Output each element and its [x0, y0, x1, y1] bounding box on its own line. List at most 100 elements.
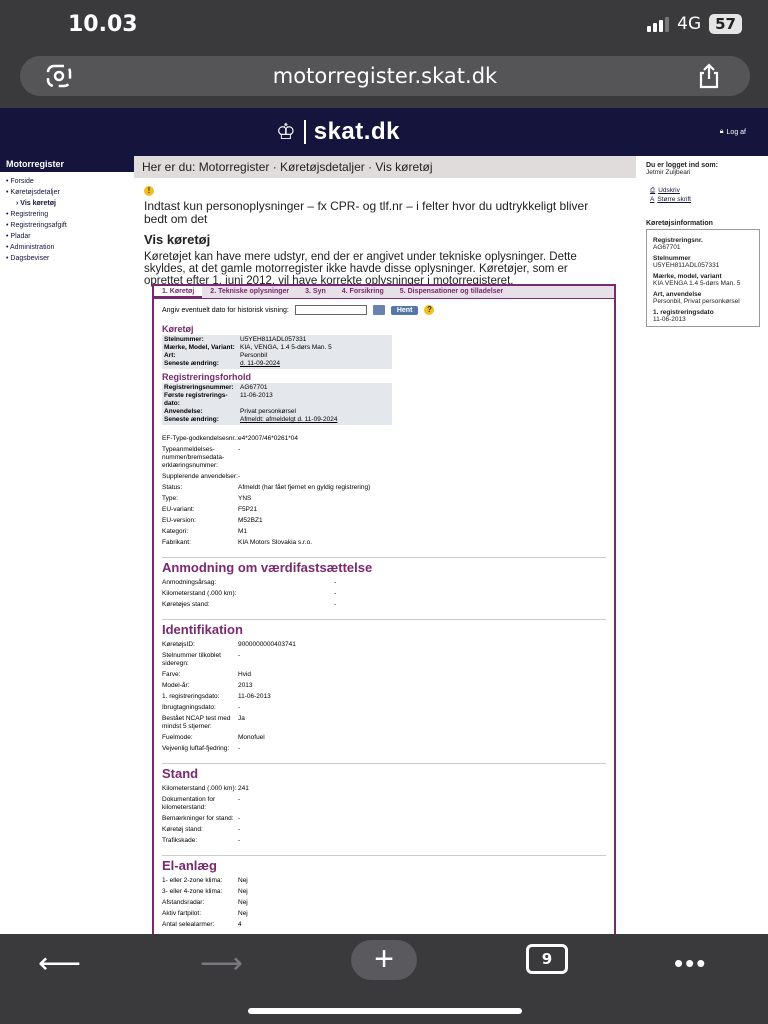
nav-item-vis-koretoj[interactable]: › Vis køretøj: [0, 198, 134, 209]
tab-tekniske-oplysninger[interactable]: 2. Tekniske oplysninger: [202, 286, 297, 298]
info-key: 1. registreringsdato: [653, 309, 714, 316]
row-key: Vejvenlig luftaf-fjedring:: [162, 745, 230, 752]
bigger-text-label: Større skrift: [657, 196, 691, 203]
row-value[interactable]: Afmeldt: afmeldelgt d. 11-09-2024: [240, 416, 390, 424]
new-tab-button[interactable]: +: [351, 940, 417, 980]
battery-icon: 57: [709, 14, 742, 34]
koretoj-block: Stelnummer: U5YEH811ADL057331 Mærke, Mode…: [162, 335, 392, 369]
row-key: EU-variant:: [162, 506, 195, 513]
row-key: Model-år:: [162, 682, 190, 689]
row-value: -: [334, 601, 337, 608]
tabs-button[interactable]: 9: [526, 944, 568, 974]
row-value: AG67701: [240, 384, 268, 391]
table-row: Stelnummer: U5YEH811ADL057331: [164, 336, 390, 344]
row-value: -: [238, 704, 241, 711]
table-row: 1- eller 2-zone klima: Nej: [162, 877, 606, 885]
row-key: Kilometerstand (.000 km):: [162, 590, 237, 597]
row-key: EU-version:: [162, 517, 196, 524]
stand-list: Kilometerstand (.000 km): 241 Dokumentati…: [162, 785, 606, 845]
hent-button[interactable]: Hent: [390, 305, 419, 315]
table-row: EF-Type-godkendelsesnr.: e4*2007/46*0261*…: [162, 435, 606, 443]
info-value: Personbil, Privat personkørsel: [653, 298, 740, 305]
row-key: Kategori:: [162, 528, 189, 535]
nav-item-koretojsdetaljer[interactable]: • Køretøjsdetaljer: [0, 187, 134, 198]
row-key: Registreringsnummer:: [164, 384, 234, 391]
crown-icon: ♔: [276, 119, 296, 144]
table-row: Model-år: 2013: [162, 682, 606, 690]
print-link[interactable]: ⎙ Udskriv: [650, 186, 760, 195]
table-row: Kilometerstand (.000 km): -: [162, 590, 606, 598]
info-key: Stelnummer: [653, 255, 691, 262]
section-title-registreringsforhold: Registreringsforhold: [162, 372, 252, 382]
tab-bar: 1. Køretøj 2. Tekniske oplysninger 3. Sy…: [154, 286, 614, 299]
help-icon[interactable]: ?: [424, 305, 435, 315]
identifikation-list: KøretøjsID: 9000000000403741 Stelnummer t…: [162, 641, 606, 753]
row-value: Monofuel: [238, 734, 265, 741]
row-key: 3- eller 4-zone klima:: [162, 888, 223, 895]
calendar-icon[interactable]: [372, 305, 385, 315]
bigger-text-link[interactable]: A Større skrift: [650, 195, 760, 204]
web-page: ♔ skat.dk 🔒︎ Log af Motorregister • Fors…: [0, 108, 768, 934]
nav-item-dagsbeviser[interactable]: • Dagsbeviser: [0, 253, 134, 264]
forward-arrow-icon[interactable]: ⟶: [200, 946, 243, 981]
row-key: Typeanmeldelses-nummer/bremsedata-erklær…: [162, 446, 225, 469]
row-key: Stelnummer:: [164, 336, 204, 343]
table-row: Stelnummer tilkoblet sideregn: -: [162, 652, 606, 668]
row-value: -: [238, 837, 241, 844]
row-value: -: [238, 745, 241, 752]
info-key: Mærke, model, variant: [653, 273, 722, 280]
nav-item-pladar[interactable]: • Pladar: [0, 231, 134, 242]
table-row: Status: Afmeldt (har fået fjernet en gyld…: [162, 484, 606, 492]
nav-item-administration[interactable]: • Administration: [0, 242, 134, 253]
table-row: Seneste ændring: Afmeldt: afmeldelgt d. 1…: [164, 416, 390, 424]
row-value: -: [238, 815, 241, 822]
back-arrow-icon[interactable]: ⟵: [38, 946, 81, 981]
table-row: Anvendelse: Privat personkørsel: [164, 408, 390, 416]
page-title: Vis køretøj: [144, 232, 211, 247]
row-value: -: [238, 652, 241, 659]
tab-dispensationer[interactable]: 5. Dispensationer og tilladelser: [392, 286, 511, 298]
intro-text: Køretøjet kan have mere udstyr, end der …: [144, 251, 577, 287]
table-row: Køretøj stand: -: [162, 826, 606, 834]
row-value: YNS: [238, 495, 252, 502]
table-row: Registreringsnummer: AG67701: [164, 384, 390, 392]
row-key: Køretøj stand:: [162, 826, 203, 833]
row-key: Farve:: [162, 671, 181, 678]
table-row: Kilometerstand (.000 km): 241: [162, 785, 606, 793]
row-key: Afstandsradar:: [162, 899, 205, 906]
row-value: KIA, VENGA, 1.4 5-dørs Man. 5: [240, 344, 332, 351]
print-label: Udskriv: [658, 187, 680, 194]
row-value: Nej: [238, 899, 248, 906]
info-key: Art, anvendelse: [653, 291, 702, 298]
table-row: Ibrugtagningsdato: -: [162, 704, 606, 712]
home-indicator[interactable]: [248, 1008, 522, 1014]
row-key: KøretøjsID:: [162, 641, 195, 648]
row-key: Dokumentation for kilometerstand:: [162, 796, 216, 811]
network-label: 4G: [677, 14, 702, 34]
history-date-input[interactable]: [294, 305, 367, 315]
row-key: Anmodningsårsag:: [162, 579, 217, 586]
share-icon[interactable]: [696, 63, 722, 89]
nav-item-registreringsafgift[interactable]: • Registreringsafgift: [0, 220, 134, 231]
tab-koretoj[interactable]: 1. Køretøj: [154, 286, 203, 298]
logout-link[interactable]: 🔒︎ Log af: [720, 128, 746, 136]
more-icon[interactable]: •••: [674, 948, 707, 979]
tab-forsikring[interactable]: 4. Forsikring: [334, 286, 392, 298]
info-value: AG67701: [653, 244, 681, 251]
row-key: 1. registreringsdato:: [162, 693, 220, 700]
section-title-anmodning: Anmodning om værdifastsættelse: [162, 557, 606, 575]
row-key: Køretøjes stand:: [162, 601, 210, 608]
table-row: EU-version: M52BZ1: [162, 517, 606, 525]
nav-item-forside[interactable]: • Forside: [0, 176, 134, 187]
tab-syn[interactable]: 3. Syn: [297, 286, 334, 298]
table-row: EU-variant: F5P21: [162, 506, 606, 514]
row-value: -: [238, 473, 241, 480]
row-value[interactable]: d. 11-09-2024: [240, 360, 390, 368]
nav-item-registrering[interactable]: • Registrering: [0, 209, 134, 220]
url-bar[interactable]: motorregister.skat.dk: [20, 56, 750, 96]
row-value: -: [238, 446, 241, 453]
skat-logo[interactable]: ♔ skat.dk: [276, 118, 400, 146]
text-size-icon: A: [650, 196, 655, 203]
url-text[interactable]: motorregister.skat.dk: [20, 64, 750, 88]
info-value: U5YEH811ADL057331: [653, 262, 720, 269]
